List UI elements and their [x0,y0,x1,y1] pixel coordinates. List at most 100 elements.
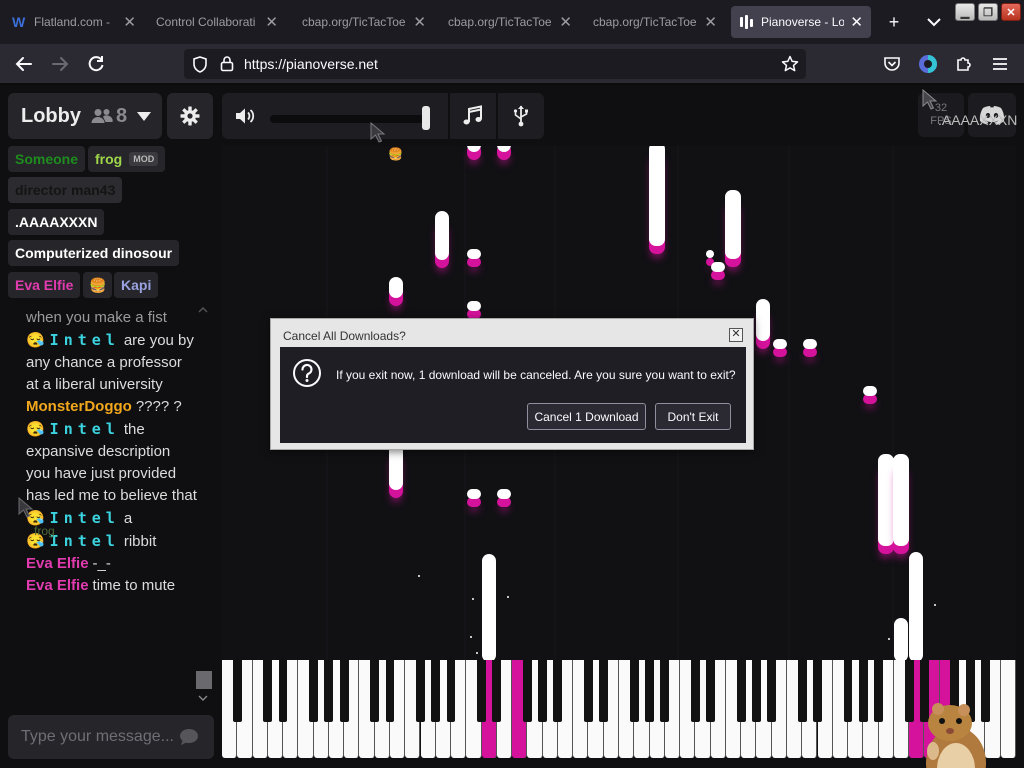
black-key[interactable] [751,660,761,722]
tab-close-icon[interactable]: ✕ [265,13,278,31]
user-chip[interactable]: Computerized dinosour [8,240,180,266]
user-chip[interactable]: Someone [8,146,86,172]
user-chip[interactable]: 🍔 [83,272,113,298]
midi-button[interactable] [498,93,544,139]
black-key[interactable] [522,660,532,722]
tab-control-collaboration[interactable]: Control Collaborati ✕ [148,6,286,38]
black-key[interactable] [706,660,716,722]
black-key[interactable] [309,660,319,722]
volume-slider[interactable] [270,115,428,123]
chat-bubble-icon[interactable] [179,728,199,746]
piano-roll[interactable] [222,146,1016,758]
black-key[interactable] [843,660,853,722]
black-key[interactable] [324,660,334,722]
shield-icon[interactable] [192,56,208,73]
caret-down-icon[interactable] [137,111,152,121]
tab-tictactoe-2[interactable]: cbap.org/TicTacToe ✕ [440,6,580,38]
reload-button[interactable] [82,50,110,78]
music-note-icon [463,105,482,125]
black-key[interactable] [339,660,349,722]
cancel-download-button[interactable]: Cancel 1 Download [527,403,646,430]
user-chip[interactable]: Eva Elfie [8,272,81,298]
chat-author[interactable]: Eva Elfie [26,577,89,594]
black-key[interactable] [477,660,486,722]
extensions-button[interactable] [950,50,978,78]
black-key[interactable] [538,660,548,722]
black-key[interactable] [599,660,609,722]
minimize-button[interactable]: ▁ [955,3,975,21]
chat-author[interactable]: 😪Intel [26,331,120,349]
chat-author[interactable]: Eva Elfie [26,555,89,572]
forward-button[interactable] [46,50,74,78]
volume-slider-thumb[interactable] [422,106,430,130]
lock-icon[interactable] [220,55,234,72]
dont-exit-button[interactable]: Don't Exit [655,403,731,430]
user-chip[interactable]: director man43 [8,177,123,203]
chat-text: a [123,510,133,527]
url-text[interactable]: https://pianoverse.net [244,56,378,72]
black-key[interactable] [858,660,868,722]
tab-close-icon[interactable]: ✕ [704,13,717,31]
black-key[interactable] [584,660,593,722]
tab-close-icon[interactable]: ✕ [850,13,863,31]
black-key[interactable] [690,660,700,722]
black-key[interactable] [263,660,273,722]
scrollbar-thumb[interactable] [196,671,212,689]
chat-scrollbar[interactable] [196,307,212,703]
user-chip[interactable]: .AAAAXXXN [8,209,105,235]
black-key[interactable] [797,660,807,722]
falling-note [497,489,511,499]
black-key[interactable] [416,660,425,722]
tab-list-button[interactable] [920,8,948,36]
tab-tictactoe-3[interactable]: cbap.org/TicTacToe ✕ [585,6,725,38]
black-key[interactable] [904,660,914,722]
black-key[interactable] [370,660,380,722]
white-key[interactable] [1000,660,1016,758]
black-key[interactable] [629,660,639,722]
black-key[interactable] [385,660,395,722]
black-key[interactable] [645,660,654,722]
restore-button[interactable]: ❐ [978,3,998,21]
piano-keyboard[interactable] [222,660,1016,758]
bookmark-star-icon[interactable] [781,55,799,73]
black-key[interactable] [446,660,456,722]
window-close-button[interactable]: ✕ [1001,3,1021,21]
svg-text:W: W [12,14,26,30]
black-key[interactable] [813,660,822,722]
tab-flatland[interactable]: W Flatland.com - ✕ [4,6,144,38]
user-chip[interactable]: Kapi [114,272,159,298]
speaker-icon[interactable] [234,106,256,126]
black-key[interactable] [874,660,883,722]
menu-button[interactable] [986,50,1014,78]
lobby-selector[interactable]: Lobby 8 [8,93,162,139]
music-button[interactable] [450,93,496,139]
falling-note [725,190,741,259]
user-chip[interactable]: frog MOD [88,146,166,172]
scroll-down-icon[interactable] [198,695,208,701]
tab-close-icon[interactable]: ✕ [559,13,572,31]
chat-author[interactable]: 😪Intel [26,420,120,438]
url-bar[interactable]: https://pianoverse.net [184,49,806,79]
scroll-up-icon[interactable] [198,307,208,313]
black-key[interactable] [660,660,670,722]
tab-tictactoe-1[interactable]: cbap.org/TicTacToe ✕ [294,6,434,38]
tab-close-icon[interactable]: ✕ [123,13,136,31]
black-key[interactable] [431,660,441,722]
new-tab-button[interactable]: + [880,8,908,36]
chat-input[interactable] [21,726,181,748]
dialog-close-button[interactable]: ✕ [729,328,743,342]
black-key[interactable] [767,660,777,722]
falling-note [649,146,665,246]
pocket-button[interactable] [878,50,906,78]
tab-pianoverse[interactable]: Pianoverse - Lob ✕ [731,6,871,38]
black-key[interactable] [553,660,563,722]
black-key[interactable] [278,660,288,722]
settings-button[interactable] [167,93,213,139]
black-key[interactable] [736,660,746,722]
tab-close-icon[interactable]: ✕ [413,13,426,31]
black-key[interactable] [232,660,242,722]
account-button[interactable] [914,50,942,78]
black-key[interactable] [492,660,502,722]
chat-author[interactable]: MonsterDoggo [26,398,132,415]
back-button[interactable] [10,50,38,78]
